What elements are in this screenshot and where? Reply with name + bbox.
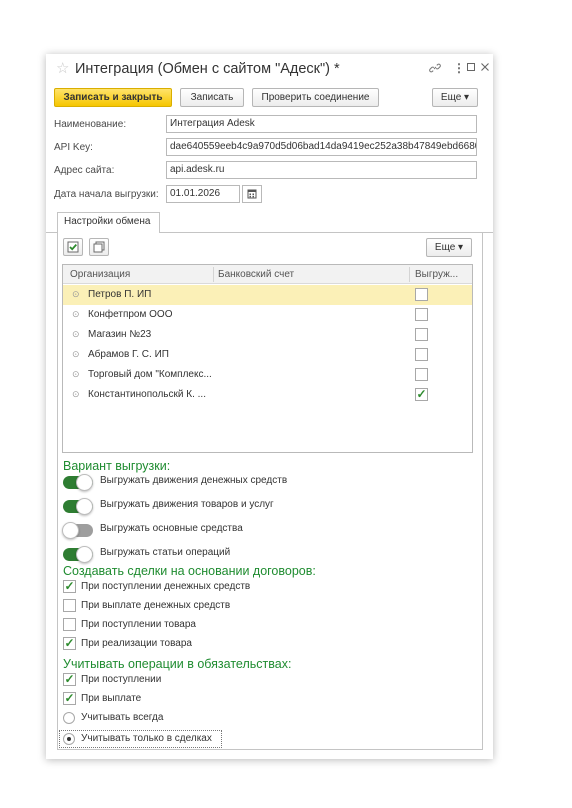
- toggle-label: Выгружать статьи операций: [100, 547, 231, 558]
- table-row[interactable]: ⊙ Конфетпром ООО: [63, 305, 472, 325]
- column-header-organization[interactable]: Организация: [70, 269, 130, 280]
- table-row[interactable]: ⊙ Абрамов Г. С. ИП: [63, 345, 472, 365]
- checkbox-obligations-receipt[interactable]: ✓: [63, 673, 76, 686]
- column-header-bank-account[interactable]: Банковский счет: [218, 269, 294, 280]
- calendar-icon[interactable]: [242, 185, 262, 203]
- toggle-export-operation-items[interactable]: [63, 546, 93, 563]
- checkbox-label: При выплате денежных средств: [81, 600, 231, 611]
- toggle-label: Выгружать основные средства: [100, 523, 243, 534]
- radio-account-always[interactable]: [63, 712, 75, 724]
- export-start-date-field[interactable]: 01.01.2026: [166, 185, 240, 203]
- toggle-knob: [76, 498, 93, 515]
- toggle-label: Выгружать движения денежных средств: [100, 475, 288, 486]
- checkbox-deals-cash-payment[interactable]: [63, 599, 76, 612]
- toggle-export-goods-movements[interactable]: [63, 498, 93, 515]
- column-separator: [213, 267, 214, 282]
- site-address-field[interactable]: api.adesk.ru: [166, 161, 477, 179]
- table-more-button[interactable]: Еще ▾: [426, 238, 472, 257]
- checkbox-deals-goods-receipt[interactable]: [63, 618, 76, 631]
- export-start-date-label: Дата начала выгрузки:: [54, 189, 159, 200]
- table-row[interactable]: ⊙ Петров П. ИП: [63, 285, 472, 305]
- export-variant-heading: Вариант выгрузки:: [63, 459, 171, 473]
- column-header-export[interactable]: Выгруж...: [415, 269, 458, 280]
- toggle-knob: [76, 546, 93, 563]
- export-checkbox[interactable]: [415, 328, 428, 341]
- radio-label: Учитывать всегда: [81, 712, 164, 723]
- close-icon[interactable]: [480, 62, 490, 74]
- checkbox-label: При реализации товара: [81, 638, 192, 649]
- table-row[interactable]: ⊙ Торговый дом "Комплекс...: [63, 365, 472, 385]
- export-checkbox[interactable]: [415, 288, 428, 301]
- tab-exchange-settings[interactable]: Настройки обмена: [57, 212, 160, 233]
- table-row[interactable]: ⊙ Магазин №23: [63, 325, 472, 345]
- more-vertical-icon[interactable]: ⋮: [453, 62, 465, 74]
- radio-label: Учитывать только в сделках: [81, 733, 212, 744]
- toggle-label: Выгружать движения товаров и услуг: [100, 499, 274, 510]
- row-marker-icon: ⊙: [72, 309, 80, 319]
- organization-name: Конфетпром ООО: [88, 309, 173, 320]
- window-title: Интеграция (Обмен с сайтом "Адеск") *: [75, 61, 340, 77]
- export-checkbox-checked[interactable]: ✓: [415, 388, 428, 401]
- save-and-close-button[interactable]: Записать и закрыть: [54, 88, 172, 107]
- row-marker-icon: ⊙: [72, 329, 80, 339]
- name-label: Наименование:: [54, 119, 127, 130]
- export-checkbox[interactable]: [415, 368, 428, 381]
- save-button[interactable]: Записать: [180, 88, 244, 107]
- link-icon[interactable]: [429, 62, 441, 76]
- organization-name: Петров П. ИП: [88, 289, 152, 300]
- uncheck-all-icon[interactable]: [89, 238, 109, 256]
- api-key-label: API Key:: [54, 142, 93, 153]
- star-icon[interactable]: ☆: [56, 61, 69, 76]
- maximize-icon[interactable]: [466, 62, 476, 74]
- toggle-export-cash-flows[interactable]: [63, 474, 93, 491]
- more-button[interactable]: Еще ▾: [432, 88, 478, 107]
- radio-selected-dot: [67, 737, 71, 741]
- export-checkbox[interactable]: [415, 348, 428, 361]
- check-connection-button[interactable]: Проверить соединение: [252, 88, 379, 107]
- organization-name: Абрамов Г. С. ИП: [88, 349, 169, 360]
- checkbox-obligations-payment[interactable]: ✓: [63, 692, 76, 705]
- tab-divider: [46, 232, 57, 233]
- row-marker-icon: ⊙: [72, 349, 80, 359]
- export-checkbox[interactable]: [415, 308, 428, 321]
- row-marker-icon: ⊙: [72, 289, 80, 299]
- column-separator: [409, 267, 410, 282]
- checkbox-label: При выплате: [81, 693, 142, 704]
- radio-account-only-in-deals[interactable]: [63, 733, 75, 745]
- table-header: Организация Банковский счет Выгруж...: [63, 265, 472, 284]
- organization-name: Константинопольскй К. ...: [88, 389, 206, 400]
- checkbox-deals-cash-receipt[interactable]: ✓: [63, 580, 76, 593]
- name-field[interactable]: Интеграция Adesk: [166, 115, 477, 133]
- toggle-knob: [76, 474, 93, 491]
- checkbox-label: При поступлении товара: [81, 619, 196, 630]
- api-key-field[interactable]: dae640559eeb4c9a970d5d06bad14da9419ec252…: [166, 138, 477, 156]
- site-address-label: Адрес сайта:: [54, 165, 115, 176]
- checkbox-label: При поступлении: [81, 674, 162, 685]
- title-bar: ☆ Интеграция (Обмен с сайтом "Адеск") * …: [46, 54, 493, 84]
- toggle-knob: [62, 522, 79, 539]
- organizations-table: Организация Банковский счет Выгруж... ⊙ …: [62, 264, 473, 453]
- obligations-heading: Учитывать операции в обязательствах:: [63, 657, 292, 671]
- row-marker-icon: ⊙: [72, 369, 80, 379]
- check-all-icon[interactable]: [63, 238, 83, 256]
- integration-window: ☆ Интеграция (Обмен с сайтом "Адеск") * …: [46, 54, 493, 759]
- organization-name: Торговый дом "Комплекс...: [88, 369, 212, 380]
- table-row[interactable]: ⊙ Константинопольскй К. ... ✓: [63, 385, 472, 405]
- row-marker-icon: ⊙: [72, 389, 80, 399]
- organization-name: Магазин №23: [88, 329, 152, 340]
- toggle-export-fixed-assets[interactable]: [62, 522, 93, 539]
- checkbox-label: При поступлении денежных средств: [81, 581, 251, 592]
- deals-heading: Создавать сделки на основании договоров:: [63, 564, 316, 578]
- checkbox-deals-goods-sale[interactable]: ✓: [63, 637, 76, 650]
